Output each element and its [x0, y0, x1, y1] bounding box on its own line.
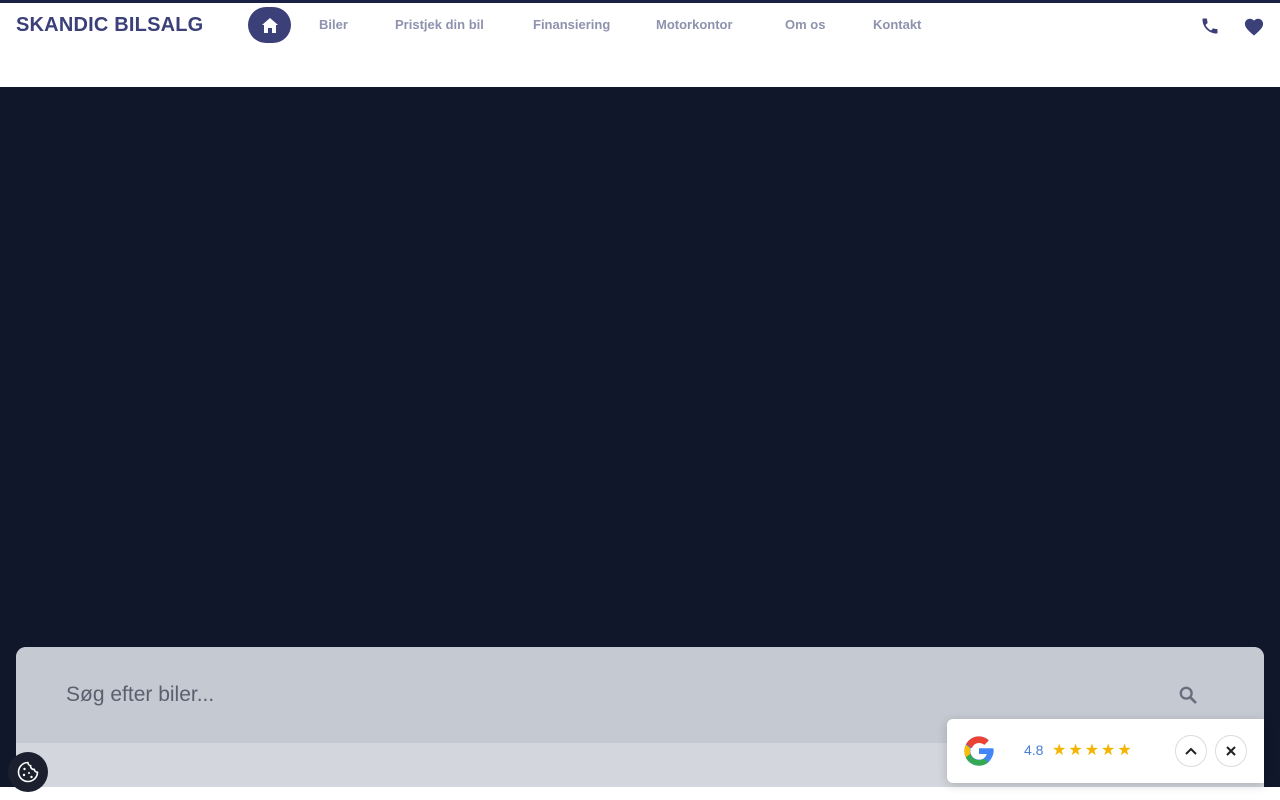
phone-button[interactable]	[1198, 14, 1222, 38]
google-review-widget[interactable]: 4.8 ★★★★★	[947, 719, 1264, 783]
cookie-settings-button[interactable]	[8, 752, 48, 792]
expand-widget-button[interactable]	[1175, 735, 1207, 767]
phone-icon	[1202, 18, 1218, 34]
nav-item-biler[interactable]: Biler	[319, 17, 348, 32]
nav-item-om-os[interactable]: Om os	[785, 17, 825, 32]
heart-icon	[1244, 18, 1264, 36]
nav-item-finansiering[interactable]: Finansiering	[533, 17, 610, 32]
cookie-icon	[17, 761, 39, 783]
chevron-up-icon	[1185, 747, 1197, 755]
nav-item-kontakt[interactable]: Kontakt	[873, 17, 921, 32]
nav-home-button[interactable]	[248, 7, 291, 43]
nav-item-pristjek[interactable]: Pristjek din bil	[395, 17, 484, 32]
close-icon	[1226, 746, 1236, 756]
favorites-button[interactable]	[1242, 14, 1266, 38]
rating-score: 4.8	[1024, 742, 1044, 758]
search-icon	[1179, 686, 1197, 704]
close-widget-button[interactable]	[1215, 735, 1247, 767]
search-button[interactable]	[1176, 683, 1200, 707]
brand-logo[interactable]: SKANDIC BILSALG	[16, 14, 203, 37]
rating-stars: ★★★★★	[1052, 742, 1134, 759]
search-input[interactable]	[66, 675, 1156, 715]
page-content-start	[0, 787, 1280, 800]
home-icon	[261, 17, 278, 33]
nav-item-motorkontor[interactable]: Motorkontor	[656, 17, 733, 32]
site-header: SKANDIC BILSALG Biler Pristjek din bil F…	[0, 3, 1280, 87]
google-logo-icon	[964, 736, 994, 766]
